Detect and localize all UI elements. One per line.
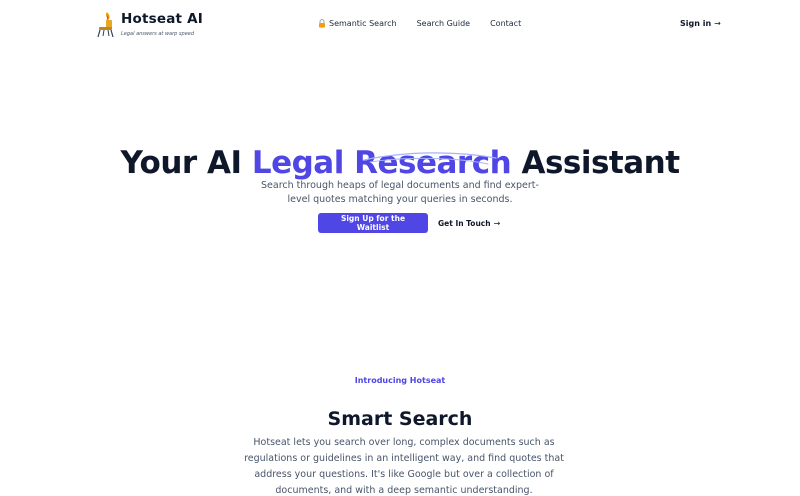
waitlist-signup-button[interactable]: Sign Up for the Waitlist bbox=[318, 213, 428, 233]
sign-in-link[interactable]: Sign in → bbox=[680, 19, 721, 28]
nav-item-search-guide[interactable]: Search Guide bbox=[417, 19, 471, 28]
get-in-touch-link[interactable]: Get In Touch → bbox=[438, 213, 500, 233]
arrow-right-icon: → bbox=[493, 218, 501, 228]
nav-item-semantic-search[interactable]: Semantic Search bbox=[318, 19, 397, 28]
hotseat-chair-icon bbox=[97, 12, 114, 38]
nav-item-contact[interactable]: Contact bbox=[490, 19, 521, 28]
nav-item-label: Semantic Search bbox=[329, 19, 397, 28]
brand-name: Hotseat AI bbox=[121, 11, 203, 27]
page: Hotseat AI Legal answers at warp speed S… bbox=[0, 0, 800, 496]
brand-text: Hotseat AI Legal answers at warp speed bbox=[121, 10, 203, 38]
arrow-right-icon: → bbox=[714, 19, 721, 28]
sign-in-label: Sign in bbox=[680, 19, 712, 28]
nav-item-label: Search Guide bbox=[416, 19, 471, 28]
main-nav: Semantic Search Search Guide Contact bbox=[318, 19, 521, 28]
intro-eyebrow: Introducing Hotseat bbox=[354, 376, 446, 385]
hero-title-before: Your AI bbox=[120, 144, 252, 181]
nav-item-label: Contact bbox=[490, 19, 522, 28]
accent-underline-decoration bbox=[363, 152, 497, 165]
brand-tagline: Legal answers at warp speed bbox=[121, 31, 195, 37]
hero-subtitle: Search through heaps of legal documents … bbox=[261, 179, 539, 205]
lock-icon bbox=[319, 19, 325, 28]
logo-link[interactable]: Hotseat AI Legal answers at warp speed bbox=[95, 10, 203, 38]
get-in-touch-label: Get In Touch bbox=[438, 218, 491, 228]
intro-title: Smart Search bbox=[327, 407, 473, 430]
site-header: Hotseat AI Legal answers at warp speed S… bbox=[0, 0, 800, 50]
intro-body: Hotseat lets you search over long, compl… bbox=[244, 436, 564, 496]
hero-title-after: Assistant bbox=[511, 144, 680, 181]
